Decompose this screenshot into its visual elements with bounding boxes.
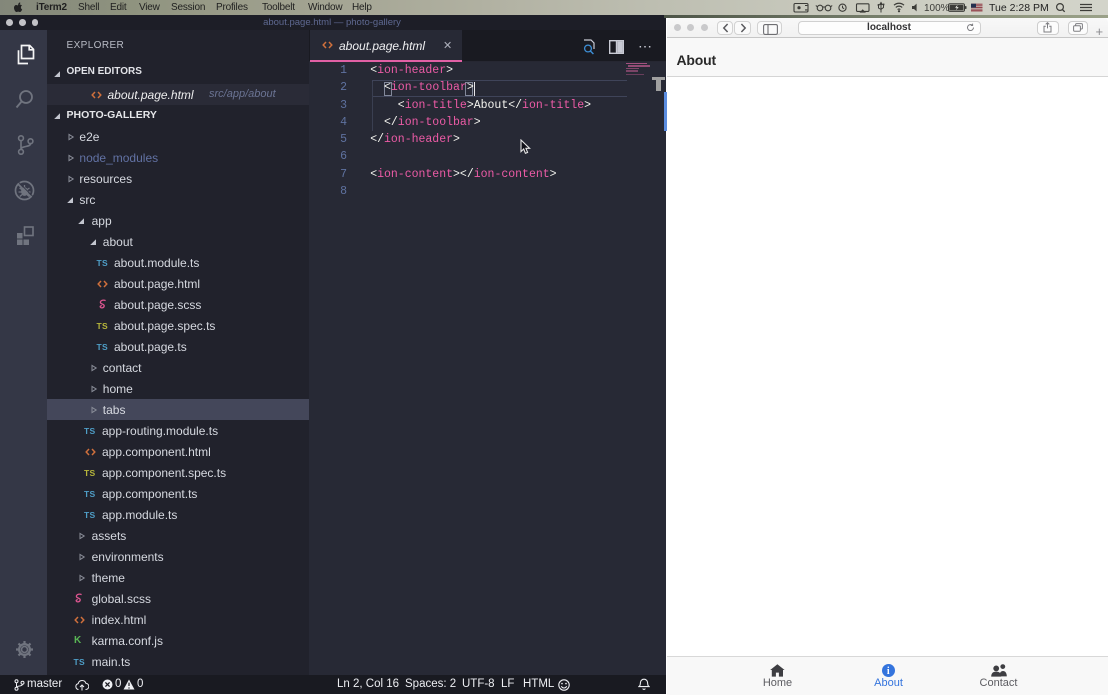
- svg-text:Tue 2:28 PM: Tue 2:28 PM: [989, 2, 1049, 14]
- svg-text:100%: 100%: [924, 3, 950, 14]
